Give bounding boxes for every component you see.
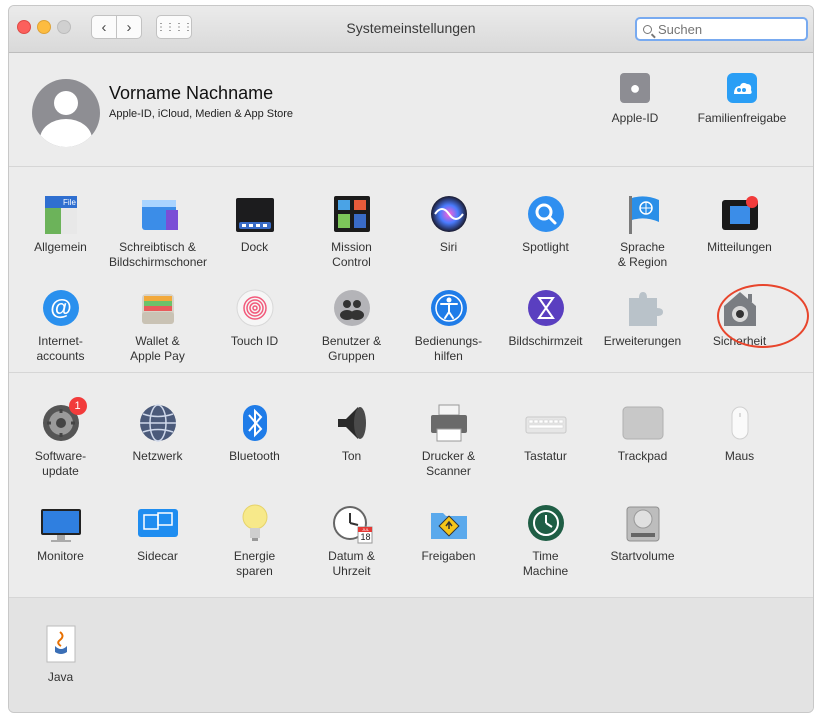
date-time-icon: JUL 18 <box>330 501 374 545</box>
spotlight-icon <box>524 192 568 236</box>
mission-control-icon <box>330 192 374 236</box>
printer-icon <box>427 401 471 445</box>
pref-siri[interactable]: Siri <box>400 186 497 276</box>
svg-text:@: @ <box>50 295 71 320</box>
desktop-screensaver-icon <box>136 192 180 236</box>
pref-internet-accounts[interactable]: @ Internet- accounts <box>12 280 109 370</box>
energy-saver-icon <box>233 501 277 545</box>
family-sharing-icon <box>727 73 757 103</box>
account-name: Vorname Nachname <box>109 83 274 103</box>
update-count-badge: 1 <box>68 397 87 415</box>
sidecar-icon <box>136 501 180 545</box>
pref-notifications[interactable]: Mitteilungen <box>691 186 788 276</box>
pref-touch-id[interactable]: Touch ID <box>206 280 303 370</box>
svg-text:File: File <box>63 198 76 207</box>
time-machine-icon <box>524 501 568 545</box>
users-groups-icon <box>330 286 374 330</box>
startup-disk-icon <box>621 501 665 545</box>
mouse-icon <box>718 401 762 445</box>
extensions-icon <box>621 286 665 330</box>
screen-time-icon <box>524 286 568 330</box>
pref-sharing[interactable]: Freigaben <box>400 495 497 585</box>
pref-dock[interactable]: Dock <box>206 186 303 276</box>
calendar-day: 18 <box>360 532 371 542</box>
system-preferences-window: ‹ › ⋮⋮⋮⋮ Systemeinstellungen Vorname Nac… <box>8 5 814 713</box>
pref-printers-scanners[interactable]: Drucker & Scanner <box>400 395 497 485</box>
pref-displays[interactable]: Monitore <box>12 495 109 585</box>
search-icon <box>643 24 652 34</box>
sharing-icon <box>427 501 471 545</box>
pref-screen-time[interactable]: Bildschirmzeit <box>497 280 594 370</box>
pref-desktop-screensaver[interactable]: Schreibtisch & Bildschirmschoner <box>109 186 207 276</box>
avatar[interactable] <box>32 79 100 147</box>
pref-row: Monitore Sidecar Energie sparen JUL 18 D… <box>12 495 691 585</box>
pref-wallet[interactable]: Wallet & Apple Pay <box>109 280 206 370</box>
pref-sidecar[interactable]: Sidecar <box>109 495 206 585</box>
internet-accounts-icon: @ <box>39 286 83 330</box>
search-input[interactable] <box>656 20 800 38</box>
account-subtitle: Apple-ID, iCloud, Medien & App Store <box>109 108 294 120</box>
pref-bluetooth[interactable]: Bluetooth <box>206 395 303 485</box>
pref-trackpad[interactable]: Trackpad <box>594 395 691 485</box>
displays-icon <box>39 501 83 545</box>
pref-row: 1 Software- update Netzwerk Bluetooth To… <box>12 395 788 485</box>
trackpad-icon <box>621 401 665 445</box>
software-update-icon: 1 <box>39 397 87 445</box>
pref-energy-saver[interactable]: Energie sparen <box>206 495 303 585</box>
pref-time-machine[interactable]: Time Machine <box>497 495 594 585</box>
pref-date-time[interactable]: JUL 18 Datum & Uhrzeit <box>303 495 400 585</box>
search-field[interactable] <box>635 17 808 41</box>
other-section: Java <box>9 598 813 712</box>
pref-language-region[interactable]: Sprache & Region <box>594 186 691 276</box>
pref-row: Java <box>12 616 109 706</box>
touch-id-icon <box>233 286 277 330</box>
pref-general[interactable]: File Allgemein <box>12 186 109 276</box>
pref-users-groups[interactable]: Benutzer & Gruppen <box>303 280 400 370</box>
pref-accessibility[interactable]: Bedienungs- hilfen <box>400 280 497 370</box>
pref-apple-id[interactable]: ● Apple-ID <box>585 73 685 125</box>
siri-icon <box>427 192 471 236</box>
pref-row: File Allgemein Schreibtisch & Bildschirm… <box>12 186 788 276</box>
titlebar: ‹ › ⋮⋮⋮⋮ Systemeinstellungen <box>9 6 813 53</box>
network-icon <box>136 401 180 445</box>
keyboard-icon <box>524 401 568 445</box>
apple-logo-icon: ● <box>620 73 650 103</box>
notifications-icon <box>718 192 762 236</box>
pref-keyboard[interactable]: Tastatur <box>497 395 594 485</box>
pref-family-sharing[interactable]: Familienfreigabe <box>692 73 792 125</box>
pref-mission-control[interactable]: Mission Control <box>303 186 400 276</box>
general-icon: File <box>39 192 83 236</box>
pref-mouse[interactable]: Maus <box>691 395 788 485</box>
java-icon <box>39 622 83 666</box>
sound-icon <box>330 401 374 445</box>
pref-network[interactable]: Netzwerk <box>109 395 206 485</box>
pref-spotlight[interactable]: Spotlight <box>497 186 594 276</box>
language-region-icon <box>621 192 665 236</box>
dock-icon <box>233 192 277 236</box>
pref-row: @ Internet- accounts Wallet & Apple Pay … <box>12 280 788 370</box>
bluetooth-icon <box>233 401 277 445</box>
wallet-icon <box>136 286 180 330</box>
pref-startup-disk[interactable]: Startvolume <box>594 495 691 585</box>
security-highlight-circle <box>717 284 809 348</box>
personal-section: File Allgemein Schreibtisch & Bildschirm… <box>9 168 813 373</box>
pref-software-update[interactable]: 1 Software- update <box>12 395 109 485</box>
hardware-section: 1 Software- update Netzwerk Bluetooth To… <box>9 373 813 598</box>
apple-id-header: Vorname Nachname Apple-ID, iCloud, Medie… <box>9 53 813 167</box>
pref-java[interactable]: Java <box>12 616 109 706</box>
pref-extensions[interactable]: Erweiterungen <box>594 280 691 370</box>
pref-sound[interactable]: Ton <box>303 395 400 485</box>
accessibility-icon <box>427 286 471 330</box>
